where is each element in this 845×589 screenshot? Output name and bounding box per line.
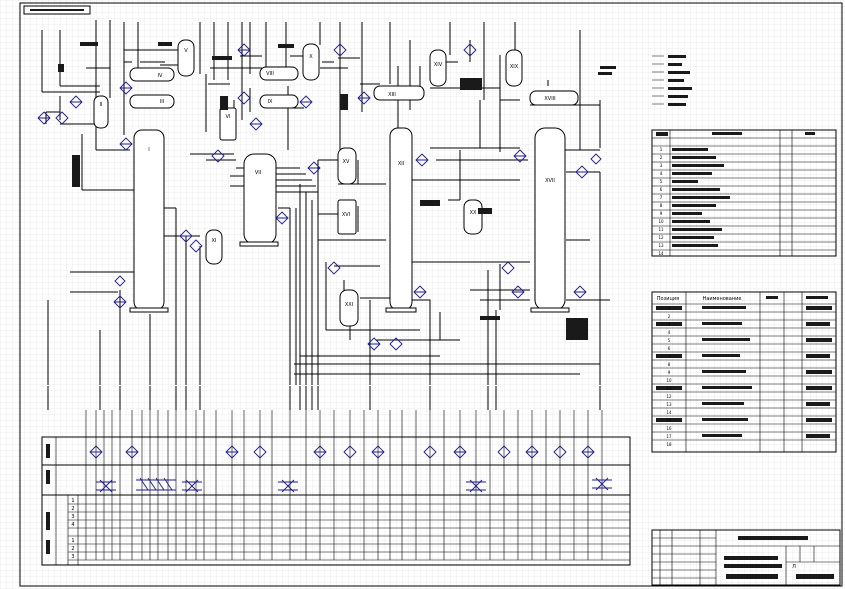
vessel-X: X — [302, 43, 320, 81]
table1-row-num-7: 7 — [660, 195, 663, 200]
table2-row-num-1: 1 — [668, 306, 671, 311]
table2-row-num-10: 10 — [666, 378, 672, 383]
label-XI: XI — [212, 238, 217, 244]
title-box-text — [30, 9, 84, 11]
label-VII: VII — [255, 170, 261, 176]
vessel-VII: VII — [239, 153, 279, 247]
exchanger-VIII: VIII — [259, 66, 299, 81]
vessel-XXI: XXI — [339, 289, 359, 327]
table1-row-num-11: 11 — [658, 227, 664, 232]
table2-row-num-3: 3 — [668, 322, 671, 327]
vessel-XX: XX — [463, 199, 483, 235]
label-XIX: XIX — [510, 64, 519, 70]
vessel-XIV: XIV — [429, 49, 447, 87]
label-XVIII: XVIII — [544, 96, 555, 102]
table2-row-num-12: 12 — [666, 394, 672, 399]
label-XVI: XVI — [342, 212, 350, 218]
label-X: X — [309, 54, 313, 60]
exchanger-XVIII: XVIII — [529, 90, 579, 106]
table2-row-num-2: 2 — [668, 314, 671, 319]
label-XX: XX — [470, 210, 477, 216]
table2-row-num-11: 11 — [666, 386, 672, 391]
column-I: I — [129, 129, 169, 313]
table1-row-num-12: 12 — [658, 235, 664, 240]
table2-row-num-4: 4 — [668, 330, 671, 335]
sheet-label: Л — [792, 564, 796, 570]
table1-row-num-9: 9 — [660, 211, 663, 216]
label-XVII: XVII — [545, 178, 555, 184]
table2-row-num-13: 13 — [666, 402, 672, 407]
table1-row-num-3: 3 — [660, 163, 663, 168]
column-XVII: XVII — [530, 127, 570, 313]
table1-row-num-6: 6 — [660, 187, 663, 192]
table2-row-num-17: 17 — [666, 434, 672, 439]
label-II: II — [100, 102, 103, 108]
label-XIII: XIII — [388, 92, 396, 98]
row-num-a4: 4 — [71, 522, 74, 528]
label-IV: IV — [158, 73, 163, 79]
table1-row-num-13: 13 — [658, 243, 664, 248]
table2-row-num-9: 9 — [668, 370, 671, 375]
process-flow-diagram: I II III IV V VI VII VIII IX X XI XII XI… — [0, 0, 845, 589]
table1-row-num-1: 1 — [660, 147, 663, 152]
exchanger-IV: IV — [129, 67, 175, 82]
table2-header-name: Наименование — [703, 296, 742, 302]
table2-row-num-15: 15 — [666, 418, 672, 423]
vessel-XV: XV — [337, 147, 357, 185]
exchanger-IX: IX — [259, 94, 299, 109]
table2-row-num-8: 8 — [668, 362, 671, 367]
vessel-XVI: XVI — [337, 199, 357, 235]
vessel-VI: VI — [219, 107, 237, 141]
table2-row-num-18: 18 — [666, 442, 672, 447]
table1-row-num-8: 8 — [660, 203, 663, 208]
label-I: I — [148, 147, 149, 153]
table1-row-num-10: 10 — [658, 219, 664, 224]
table2-row-num-6: 6 — [668, 346, 671, 351]
label-XV: XV — [343, 159, 350, 165]
table1-row-num-14: 14 — [658, 251, 664, 256]
row-num-b1: 1 — [71, 538, 74, 544]
label-XIV: XIV — [434, 62, 443, 68]
table2-header-position: Позиция — [657, 296, 679, 302]
label-XII: XII — [398, 161, 404, 167]
label-VIII: VIII — [266, 71, 274, 77]
row-num-b3: 3 — [71, 554, 74, 560]
table2-row-num-14: 14 — [666, 410, 672, 415]
table1-row-num-5: 5 — [660, 179, 663, 184]
exchanger-III: III — [129, 94, 175, 109]
vessel-II: II — [93, 95, 109, 129]
label-VI: VI — [226, 114, 231, 120]
exchanger-XIII: XIII — [373, 85, 425, 101]
vessel-XIX: XIX — [505, 49, 523, 87]
column-XII: XII — [385, 127, 417, 313]
row-num-a2: 2 — [71, 506, 74, 512]
table2-row-num-5: 5 — [668, 338, 671, 343]
table2-row-num-7: 7 — [668, 354, 671, 359]
table1-row-num-2: 2 — [660, 155, 663, 160]
vessel-XI: XI — [205, 229, 223, 265]
label-III: III — [160, 99, 164, 105]
table2-row-num-16: 16 — [666, 426, 672, 431]
row-num-a3: 3 — [71, 514, 74, 520]
label-V: V — [184, 48, 188, 54]
row-num-b2: 2 — [71, 546, 74, 552]
table1-row-num-4: 4 — [660, 171, 663, 176]
row-num-a1: 1 — [71, 498, 74, 504]
vessel-V: V — [177, 39, 195, 77]
label-IX: IX — [268, 99, 273, 105]
label-XXI: XXI — [345, 302, 353, 308]
